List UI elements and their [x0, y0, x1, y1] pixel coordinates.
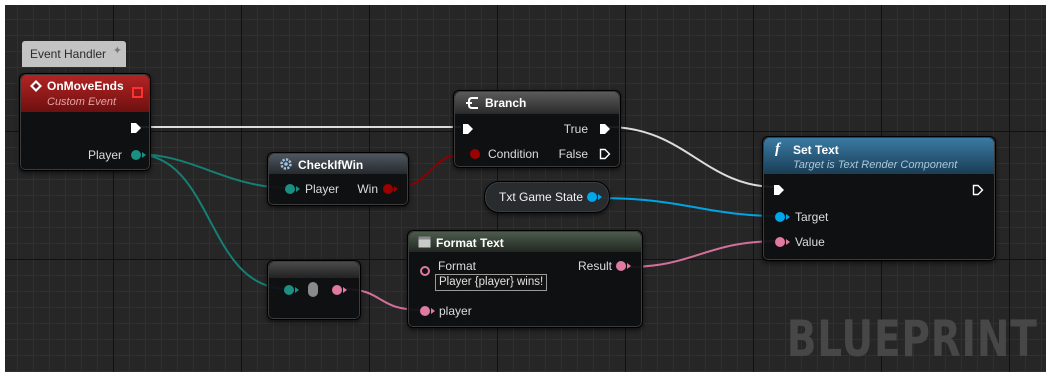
node-txt-game-state[interactable]: Txt Game State [484, 181, 610, 213]
gear-icon [279, 157, 293, 174]
exec-true-pin[interactable] [599, 123, 611, 135]
target-in-arrow [786, 214, 790, 220]
node-title: OnMoveEnds [47, 79, 124, 93]
node-on-move-ends[interactable]: OnMoveEnds Custom Event Player [19, 73, 151, 171]
conversion-out-pin[interactable] [332, 285, 342, 295]
node-set-text[interactable]: f Set Text Target is Text Render Compone… [762, 136, 996, 261]
wire-result-to-value[interactable] [626, 240, 780, 268]
node-title: Branch [485, 96, 527, 110]
wire-player-to-reroute[interactable] [134, 153, 289, 290]
exec-out-pin[interactable] [972, 184, 984, 196]
comment-text: Event Handler [30, 47, 107, 61]
pin-label-player: Player [305, 182, 340, 196]
pin-label-target: Target [795, 210, 829, 224]
player-in-pin[interactable] [285, 184, 295, 194]
conversion-icon [308, 282, 318, 297]
condition-in-pin[interactable] [470, 149, 480, 159]
node-format-text[interactable]: Format Text Format Player {player} wins!… [407, 230, 643, 328]
pin-label-value: Value [795, 235, 825, 249]
pin-label-condition: Condition [488, 147, 539, 161]
pin-label-player: player [439, 304, 472, 318]
node-header [269, 262, 359, 278]
wire-target[interactable] [597, 197, 780, 217]
node-header: Format Text [409, 232, 641, 252]
pin-label-false: False [558, 147, 588, 161]
exec-out-pin[interactable] [130, 122, 142, 134]
node-title: CheckIfWin [298, 158, 364, 172]
delegate-pin[interactable] [132, 87, 143, 98]
player-in-arrow [296, 186, 300, 192]
pin-label-result: Result [577, 259, 612, 273]
node-branch[interactable]: Branch True Condition False [453, 90, 621, 168]
event-diamond-icon [30, 80, 42, 95]
node-header: OnMoveEnds Custom Event [21, 75, 149, 112]
pin-label-true: True [563, 122, 588, 136]
format-text-icon [418, 236, 431, 251]
result-out-arrow [627, 263, 631, 269]
conversion-in-arrow [295, 287, 299, 293]
object-out-arrow [598, 194, 602, 200]
function-icon: f [775, 141, 780, 157]
exec-in-pin[interactable] [462, 123, 474, 135]
exec-wire-true-to-settext[interactable] [607, 126, 777, 188]
node-conversion[interactable] [267, 260, 361, 320]
blueprint-watermark: BLUEPRINT [787, 310, 1038, 368]
target-in-pin[interactable] [775, 212, 785, 222]
player-in-pin[interactable] [420, 306, 430, 316]
player-in-arrow [431, 308, 435, 314]
object-out-pin[interactable] [587, 192, 597, 202]
value-in-arrow [786, 239, 790, 245]
pin-label-win: Win [357, 182, 378, 196]
conversion-out-arrow [343, 287, 347, 293]
exec-false-pin[interactable] [599, 148, 611, 160]
variable-label: Txt Game State [499, 190, 584, 204]
node-title: Set Text [793, 143, 839, 157]
value-in-pin[interactable] [775, 237, 785, 247]
player-out-pin[interactable] [131, 150, 141, 160]
node-header: Branch [455, 92, 619, 114]
conversion-in-pin[interactable] [284, 285, 294, 295]
format-in-pin[interactable] [420, 266, 430, 276]
pin-label-player: Player [87, 148, 122, 162]
win-out-pin[interactable] [383, 184, 393, 194]
comment-bubble[interactable]: Event Handler ✦ [22, 41, 126, 67]
node-header: CheckIfWin [269, 154, 407, 174]
pin-label-format: Format [438, 259, 477, 273]
node-subtitle: Custom Event [47, 96, 117, 108]
node-title: Format Text [436, 236, 504, 250]
result-out-pin[interactable] [616, 261, 626, 271]
pin-icon[interactable]: ✦ [113, 44, 122, 57]
blueprint-graph-canvas[interactable]: Event Handler ✦ OnMoveEnds Custom Event … [5, 5, 1046, 372]
exec-in-pin[interactable] [773, 184, 785, 196]
player-out-arrow [142, 152, 146, 158]
format-input-field[interactable]: Player {player} wins! [435, 274, 548, 291]
node-header: f Set Text Target is Text Render Compone… [764, 138, 994, 174]
branch-icon [466, 96, 480, 113]
win-out-arrow [394, 186, 398, 192]
node-check-if-win[interactable]: CheckIfWin Player Win [267, 152, 409, 206]
node-subtitle: Target is Text Render Component [793, 159, 958, 171]
